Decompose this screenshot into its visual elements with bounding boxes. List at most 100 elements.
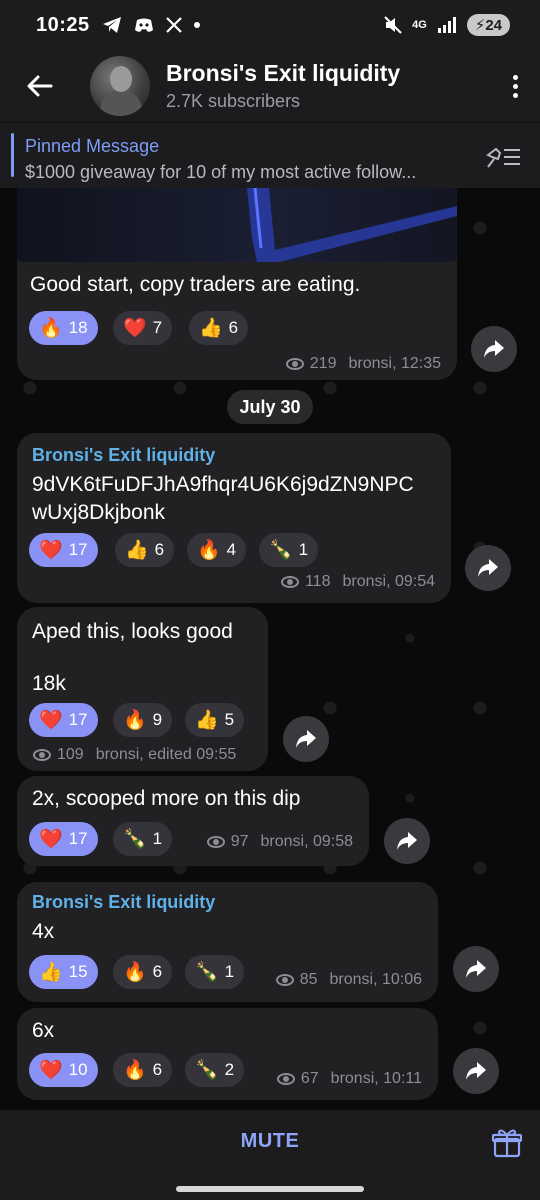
message-bubble[interactable]: Bronsi's Exit liquidity 4x 👍 15 🔥 6 🍾 1 85 b… — [17, 882, 438, 1002]
reaction-count: 10 — [68, 1060, 88, 1079]
message-bubble[interactable]: Aped this, looks good 18k ❤️ 17 🔥 9 👍 5 109… — [17, 607, 268, 771]
dot-icon — [193, 22, 200, 28]
message-time: bronsi, 09:58 — [260, 833, 353, 850]
message-time: bronsi, 12:35 — [348, 355, 441, 372]
sender-name[interactable]: Bronsi's Exit liquidity — [32, 892, 215, 913]
reaction-chip[interactable]: ❤️ 17 — [29, 822, 98, 856]
forward-button[interactable] — [465, 545, 511, 591]
reaction-count: 1 — [298, 540, 309, 559]
message-meta: 109 bronsi, edited 09:55 — [33, 746, 236, 764]
telegram-icon — [102, 17, 121, 33]
pinned-text: $1000 giveaway for 10 of my most active … — [25, 162, 417, 182]
message-bubble[interactable]: 2x, scooped more on this dip ❤️ 17 🍾 1 97 b… — [17, 776, 369, 866]
channel-info[interactable]: Bronsi's Exit liquidity 2.7K subscribers — [166, 60, 400, 112]
forward-button[interactable] — [283, 716, 329, 762]
reaction-chip[interactable]: 🍾 1 — [113, 822, 173, 856]
thumbs-up-icon: 👍 — [39, 961, 63, 983]
reaction-chip[interactable]: 👍 6 — [189, 311, 249, 345]
pinned-list-icon[interactable] — [486, 145, 522, 169]
message-bubble[interactable]: Good start, copy traders are eating. 🔥 18… — [17, 188, 457, 380]
share-arrow-icon — [466, 960, 486, 978]
reaction-chip[interactable]: ❤️ 17 — [29, 703, 98, 737]
reaction-chip[interactable]: 👍 5 — [185, 703, 245, 737]
reaction-count: 17 — [68, 710, 88, 729]
reaction-chip[interactable]: ❤️ 7 — [113, 311, 173, 345]
reaction-chip[interactable]: 🔥 6 — [113, 955, 173, 989]
reaction-count: 18 — [68, 318, 88, 337]
reaction-chip[interactable]: 🍾 2 — [185, 1053, 245, 1087]
message-meta: 97 bronsi, 09:58 — [206, 833, 353, 851]
home-indicator[interactable] — [176, 1186, 364, 1192]
view-count: 219 — [309, 355, 337, 372]
channel-title: Bronsi's Exit liquidity — [166, 60, 401, 86]
message-text: 2x, scooped more on this dip — [32, 787, 301, 810]
message-text: 6x — [32, 1019, 55, 1042]
fire-icon: 🔥 — [197, 539, 221, 561]
reaction-chip[interactable]: ❤️ 17 — [29, 533, 98, 567]
message-text: Good start, copy traders are eating. — [30, 273, 361, 296]
share-arrow-icon — [296, 730, 316, 748]
reaction-chip[interactable]: 🔥 9 — [113, 703, 173, 737]
forward-button[interactable] — [384, 818, 430, 864]
mute-button[interactable]: MUTE — [0, 1130, 540, 1153]
heart-icon: ❤️ — [39, 709, 63, 731]
message-time: bronsi, 09:54 — [342, 573, 435, 590]
views-icon — [280, 576, 299, 588]
share-arrow-icon — [466, 1062, 486, 1080]
views-icon — [285, 358, 304, 370]
channel-avatar[interactable] — [90, 56, 150, 116]
x-icon — [165, 17, 182, 33]
reaction-count: 6 — [152, 1060, 163, 1079]
forward-button[interactable] — [453, 946, 499, 992]
fire-icon: 🔥 — [123, 709, 147, 731]
message-meta: 85 bronsi, 10:06 — [275, 971, 422, 989]
message-list[interactable]: Good start, copy traders are eating. 🔥 18… — [0, 188, 540, 1110]
notification-icons — [102, 16, 200, 34]
back-button[interactable] — [0, 50, 80, 122]
forward-button[interactable] — [471, 326, 517, 372]
message-image[interactable] — [17, 188, 457, 262]
reaction-chip[interactable]: 🔥 18 — [29, 311, 98, 345]
pinned-message-bar[interactable]: Pinned Message $1000 giveaway for 10 of … — [0, 122, 540, 188]
reaction-chip[interactable]: ❤️ 10 — [29, 1053, 98, 1087]
view-count: 109 — [57, 746, 84, 763]
message-text-line: wUxj8Dkjbonk — [32, 501, 166, 524]
fire-icon: 🔥 — [123, 1059, 147, 1081]
gift-icon[interactable] — [492, 1128, 522, 1158]
reaction-chip[interactable]: 🍾 1 — [259, 533, 319, 567]
reaction-chip[interactable]: 🔥 4 — [187, 533, 247, 567]
reaction-count: 2 — [224, 1060, 235, 1079]
heart-icon: ❤️ — [39, 828, 63, 850]
view-count: 118 — [304, 573, 331, 590]
reaction-count: 17 — [68, 540, 88, 559]
system-icons: 4G ⚡24 — [384, 14, 510, 36]
fire-icon: 🔥 — [39, 317, 63, 339]
reaction-count: 6 — [152, 962, 163, 981]
message-bubble[interactable]: Bronsi's Exit liquidity 9dVK6tFuDFJhA9fh… — [17, 433, 451, 603]
pinned-label: Pinned Message — [25, 136, 160, 156]
status-bar: 10:25 4G ⚡24 — [0, 0, 540, 50]
more-menu-button[interactable] — [490, 74, 540, 98]
discord-icon — [134, 18, 153, 32]
network-type: 4G — [412, 19, 427, 31]
champagne-icon: 🍾 — [269, 539, 293, 561]
message-bubble[interactable]: 6x ❤️ 10 🔥 6 🍾 2 67 bronsi, 10:11 — [17, 1008, 438, 1100]
bottom-bar: MUTE — [0, 1110, 540, 1200]
fire-icon: 🔥 — [123, 961, 147, 983]
thumbs-up-icon: 👍 — [195, 709, 219, 731]
forward-button[interactable] — [453, 1048, 499, 1094]
message-time: bronsi, edited 09:55 — [95, 746, 237, 763]
reaction-count: 1 — [152, 829, 163, 848]
reaction-count: 6 — [228, 318, 239, 337]
reaction-chip[interactable]: 🍾 1 — [185, 955, 245, 989]
message-text-line: Aped this, looks good — [32, 620, 233, 643]
views-icon — [206, 836, 225, 848]
mute-icon — [384, 16, 402, 34]
reaction-chip[interactable]: 👍 6 — [115, 533, 175, 567]
sender-name[interactable]: Bronsi's Exit liquidity — [32, 445, 215, 466]
reaction-chip[interactable]: 🔥 6 — [113, 1053, 173, 1087]
message-time: bronsi, 10:06 — [329, 971, 422, 988]
reaction-chip[interactable]: 👍 15 — [29, 955, 98, 989]
message-time: bronsi, 10:11 — [330, 1070, 422, 1087]
reaction-count: 7 — [152, 318, 163, 337]
